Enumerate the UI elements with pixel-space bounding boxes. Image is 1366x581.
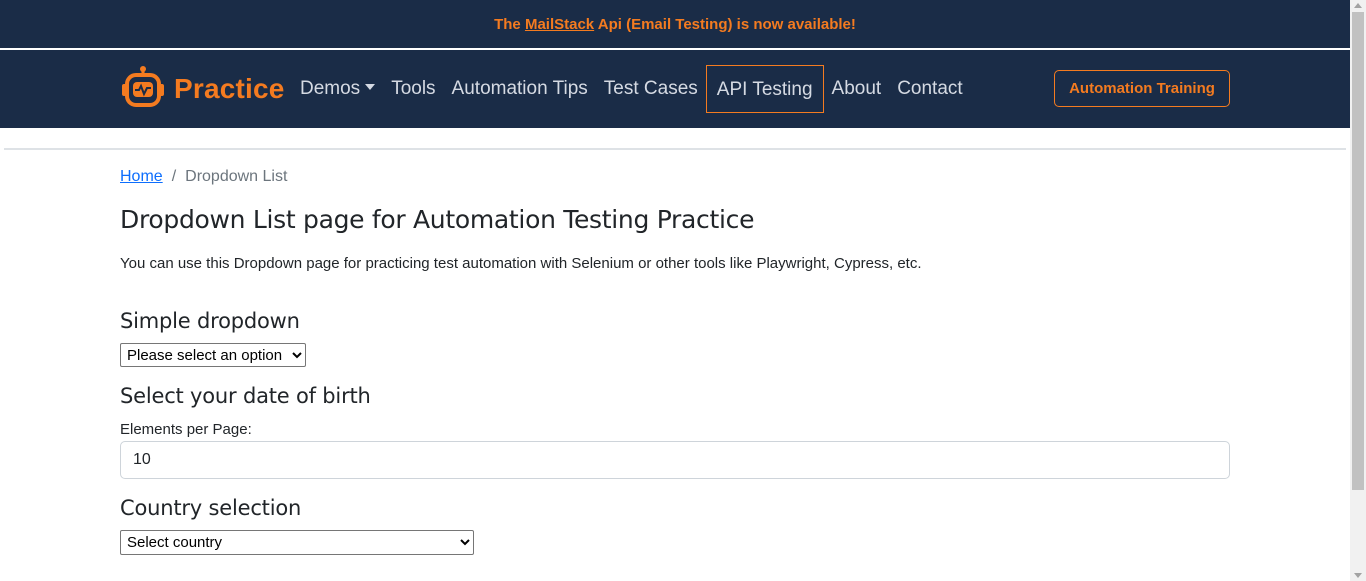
elements-per-page-value: 10 — [133, 451, 151, 468]
dob-heading: Select your date of birth — [120, 384, 371, 408]
breadcrumb-home-link[interactable]: Home — [120, 168, 163, 186]
nav-api-testing[interactable]: API Testing — [705, 65, 824, 113]
scroll-down-icon[interactable] — [1354, 573, 1362, 578]
header-separator — [4, 148, 1346, 150]
scrollbar-thumb[interactable] — [1352, 12, 1364, 490]
robot-icon — [120, 65, 166, 114]
breadcrumb: Home / Dropdown List — [120, 168, 287, 186]
scroll-up-icon[interactable] — [1354, 3, 1362, 8]
simple-dropdown-select[interactable]: Please select an option — [120, 343, 306, 367]
announcement-text: The MailStack Api (Email Testing) is now… — [494, 16, 856, 33]
breadcrumb-current: Dropdown List — [185, 168, 288, 185]
main-navbar: Practice Demos Tools Automation Tips Tes… — [0, 50, 1350, 128]
nav-test-cases[interactable]: Test Cases — [596, 65, 706, 113]
elements-per-page-input[interactable]: 10 — [120, 441, 1230, 479]
elements-per-page-label: Elements per Page: — [120, 421, 252, 438]
page-title: Dropdown List page for Automation Testin… — [120, 205, 755, 234]
page: The MailStack Api (Email Testing) is now… — [0, 0, 1366, 581]
automation-training-button[interactable]: Automation Training — [1054, 70, 1230, 107]
country-select[interactable]: Select country — [120, 530, 474, 555]
announcement-bar: The MailStack Api (Email Testing) is now… — [0, 0, 1350, 48]
nav-demos[interactable]: Demos — [292, 65, 383, 113]
mailstack-link[interactable]: MailStack — [525, 16, 594, 33]
nav-tools[interactable]: Tools — [383, 65, 443, 113]
page-intro: You can use this Dropdown page for pract… — [120, 255, 922, 272]
page-scrollbar[interactable] — [1350, 0, 1366, 581]
nav-demos-label: Demos — [300, 78, 361, 99]
country-selection-heading: Country selection — [120, 496, 302, 520]
announcement-suffix: Api (Email Testing) is now available! — [594, 15, 856, 33]
nav-about[interactable]: About — [824, 65, 890, 113]
nav-links: Demos Tools Automation Tips Test Cases A… — [292, 64, 971, 114]
brand-logo[interactable]: Practice — [120, 65, 285, 114]
breadcrumb-separator: / — [171, 168, 177, 185]
nav-contact[interactable]: Contact — [889, 65, 970, 113]
announcement-prefix: The — [494, 15, 525, 33]
simple-dropdown-heading: Simple dropdown — [120, 309, 300, 333]
brand-name: Practice — [174, 73, 285, 104]
nav-automation-tips[interactable]: Automation Tips — [444, 65, 596, 113]
caret-down-icon — [365, 83, 376, 90]
